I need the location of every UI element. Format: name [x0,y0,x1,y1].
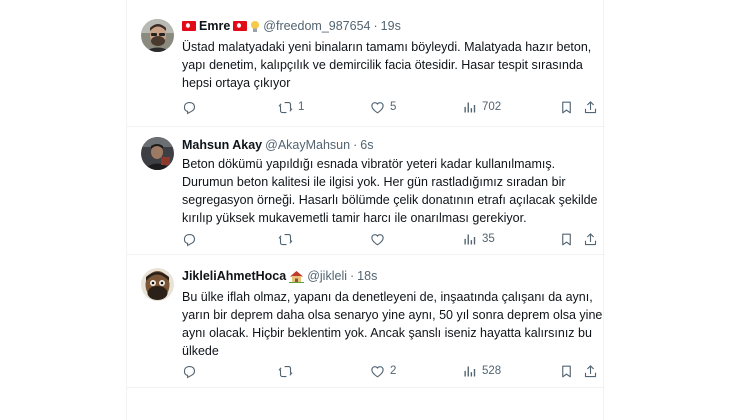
view-count: 35 [482,233,495,245]
retweet-button[interactable]: 1 [278,98,304,116]
share-icon [584,232,597,245]
lightbulb-icon [250,20,260,33]
reply-icon [183,233,196,246]
like-icon [371,101,384,113]
like-button[interactable] [370,230,390,248]
share-button[interactable] [583,362,598,380]
tweet-text: Beton dökümü yapıldığı esnada vibratör y… [182,155,598,227]
user-handle[interactable]: @jikleli [307,267,347,285]
tweet-text-line: kırılıp yüksek mukavemetli tamir harcı i… [182,211,527,225]
reply-icon [183,365,196,378]
retweet-button[interactable] [278,230,298,248]
reply-feed: Emre @freedom_987654 · 19s Üstad malatya… [126,0,605,420]
tweet[interactable]: Emre @freedom_987654 · 19s Üstad malatya… [127,0,605,127]
share-button[interactable] [583,98,598,116]
user-handle[interactable]: @freedom_987654 [263,17,370,35]
display-name[interactable]: Mahsun Akay [182,136,262,154]
tweet-text-line: Durumun beton kalitesi ile ilgisi yok. H… [182,175,566,189]
retweet-icon [278,233,293,245]
tweet-text-line: Beton dökümü yapıldığı esnada vibratör y… [182,157,556,171]
avatar[interactable] [141,268,174,301]
tweet[interactable]: Mahsun Akay @AkayMahsun · 6s Beton döküm… [127,127,605,255]
tweet-text-line: ülkede [182,344,219,358]
tweet-header: Mahsun Akay @AkayMahsun · 6s [182,136,595,154]
retweet-icon [278,365,293,377]
view-count: 702 [482,101,502,113]
user-handle[interactable]: @AkayMahsun [265,136,350,154]
tweet-text-line: Üstad malatyadaki yeni binaların tamamı … [182,40,592,54]
tweet-text-line: yarın bir deprem daha olsa senaryo yine … [182,308,603,322]
avatar[interactable] [141,19,174,52]
views-button[interactable]: 528 [462,362,501,380]
tweet-header: Emre @freedom_987654 · 19s [182,17,595,35]
action-bar: 1 5 702 [182,98,598,116]
views-icon [464,234,476,244]
separator-dot: · [350,269,355,283]
tweet-text-line: aynı olacak. Hiçbir beklentim yok. Ancak… [182,326,592,340]
views-button[interactable]: 35 [462,230,495,248]
bookmark-button[interactable] [559,362,574,380]
reply-button[interactable] [182,230,202,248]
tweet-text-line: Bu ülke iflah olmaz, yapanı da denetleye… [182,290,593,304]
tweet-text-line: yapı denetim, kalıpçılık ve demircilik f… [182,58,583,72]
tweet-text-line: segregasyon örneği. Hasarlı bölümde çeli… [182,193,598,207]
like-icon [371,365,384,377]
avatar[interactable] [141,137,174,170]
like-button[interactable]: 5 [370,98,396,116]
bookmark-icon [562,365,571,377]
house-icon [289,270,305,284]
reply-button[interactable] [182,98,202,116]
tweet-text: Üstad malatyadaki yeni binaların tamamı … [182,38,597,92]
action-bar: 35 [182,230,598,248]
display-name[interactable]: JikleliAhmetHoca [182,267,286,285]
separator-dot: · [353,138,358,152]
timestamp[interactable]: 19s [381,17,401,35]
view-count: 528 [482,365,502,377]
turkey-flag-icon [233,21,248,31]
turkey-flag-icon [182,21,196,31]
timestamp[interactable]: 18s [357,267,377,285]
display-name[interactable]: Emre [199,17,230,35]
reply-icon [183,101,196,114]
views-button[interactable]: 702 [462,98,501,116]
retweet-count: 1 [298,101,305,113]
separator-dot: · [373,19,378,33]
action-bar: 2 528 [182,362,598,380]
views-icon [464,366,476,376]
timestamp[interactable]: 6s [360,136,373,154]
share-icon [584,100,597,113]
tweet-text-line: hepsi ortaya çıkıyor [182,76,291,90]
share-button[interactable] [583,230,598,248]
tweet[interactable]: JikleliAhmetHoca @jikleli · 18s Bu ülke … [127,255,605,388]
retweet-button[interactable] [278,362,298,380]
reply-button[interactable] [182,362,202,380]
like-icon [371,233,384,245]
bookmark-button[interactable] [559,98,574,116]
views-icon [464,102,476,112]
tweet-text: Bu ülke iflah olmaz, yapanı da denetleye… [182,288,603,360]
share-icon [584,364,597,377]
tweet-header: JikleliAhmetHoca @jikleli · 18s [182,267,595,285]
bookmark-button[interactable] [559,230,574,248]
retweet-icon [278,101,293,113]
bookmark-icon [562,233,571,245]
like-count: 5 [390,101,397,113]
bookmark-icon [562,101,571,113]
like-button[interactable]: 2 [370,362,396,380]
like-count: 2 [390,365,397,377]
